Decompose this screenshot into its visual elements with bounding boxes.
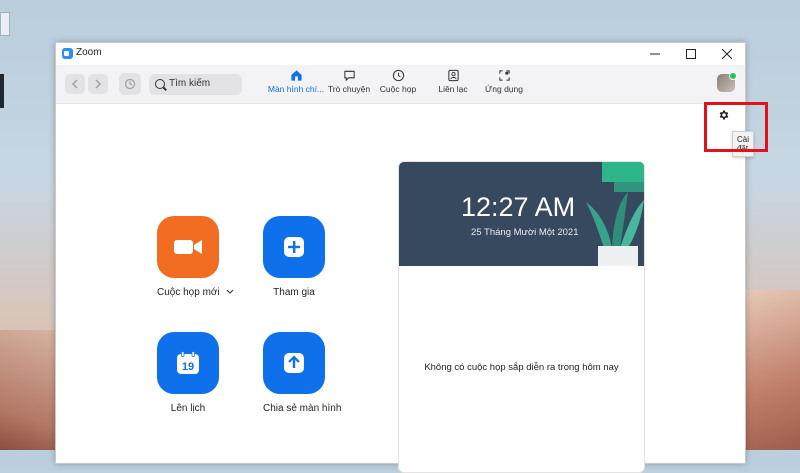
tab-contacts-label: Liên lạc [438,84,468,94]
back-button[interactable] [65,74,85,94]
no-meetings-text: Không có cuộc họp sắp diễn ra trong hôm … [424,362,619,373]
window-title: Zoom [76,47,102,58]
minimize-button[interactable] [641,45,669,63]
share-screen-label: Chia sẻ màn hình [263,403,342,414]
forward-button[interactable] [88,74,108,94]
calendar-day: 19 [182,361,194,373]
desktop-wallpaper [744,290,800,450]
join-button[interactable]: Tham gia [263,216,325,298]
chevron-right-icon [95,79,102,89]
tab-contacts[interactable]: Liên lạc [436,69,470,101]
contacts-icon [447,69,459,82]
home-icon [290,70,302,81]
desktop-wallpaper [0,330,56,450]
schedule-label: Lên lịch [170,403,206,414]
tab-apps-label: Ứng dụng [485,84,523,94]
search-input[interactable]: Tìm kiếm [149,74,242,95]
tab-home[interactable]: Màn hình chí... [266,69,326,101]
tab-meetings-label: Cuộc họp [379,84,417,94]
chevron-down-icon [227,289,234,294]
schedule-button[interactable]: 19 Lên lịch [157,332,219,414]
new-meeting-button[interactable]: Cuộc họp mới [157,216,234,298]
apps-icon [498,70,510,81]
chevron-left-icon [71,79,78,89]
desktop-icon[interactable] [0,12,10,36]
chat-icon [343,70,355,82]
maximize-button[interactable] [677,45,705,63]
minimize-icon [650,53,660,55]
video-camera-icon [174,240,202,254]
settings-highlight-box [704,102,768,152]
new-meeting-text: Cuộc họp mới [157,287,220,298]
desktop-icon[interactable] [0,74,4,108]
history-icon [124,78,136,90]
tab-home-label: Màn hình chí... [267,84,325,94]
share-screen-tile[interactable] [263,332,325,394]
tab-chat-label: Trò chuyện [327,84,371,94]
join-label: Tham gia [273,287,315,298]
current-date: 25 Tháng Mười Một 2021 [471,227,579,238]
current-time: 12:27 AM [461,192,576,222]
search-icon [155,79,165,89]
close-button[interactable] [713,45,741,63]
top-toolbar: Tìm kiếm Màn hình chí... Trò chuyện Cuộc… [56,65,745,104]
tab-meetings[interactable]: Cuộc họp [378,69,418,101]
clock-header: 12:27 AM 25 Tháng Mười Một 2021 [399,162,644,266]
share-screen-icon [284,353,304,373]
plus-icon [284,237,304,257]
schedule-tile[interactable]: 19 [157,332,219,394]
clock-icon [392,69,404,82]
tab-apps[interactable]: Ứng dụng [484,69,524,101]
close-icon [722,49,732,59]
title-bar: Zoom [56,43,745,65]
new-meeting-label: Cuộc họp mới [157,287,234,298]
history-button[interactable] [119,73,141,95]
calendar-icon: 19 [177,351,199,374]
search-placeholder: Tìm kiếm [169,78,211,89]
maximize-icon [686,49,696,59]
tab-chat[interactable]: Trò chuyện [327,69,371,101]
online-status-icon [729,72,737,80]
share-screen-button[interactable]: Chia sẻ màn hình [263,332,342,414]
upcoming-meetings-card: 12:27 AM 25 Tháng Mười Một 2021 Không có… [398,161,645,473]
join-tile[interactable] [263,216,325,278]
zoom-window: Zoom Tìm kiếm Màn hình chí... Trò chuyện… [55,42,755,473]
avatar[interactable] [717,72,737,92]
new-meeting-tile[interactable] [157,216,219,278]
plant-illustration-icon [586,162,644,266]
zoom-logo-icon [62,48,73,59]
